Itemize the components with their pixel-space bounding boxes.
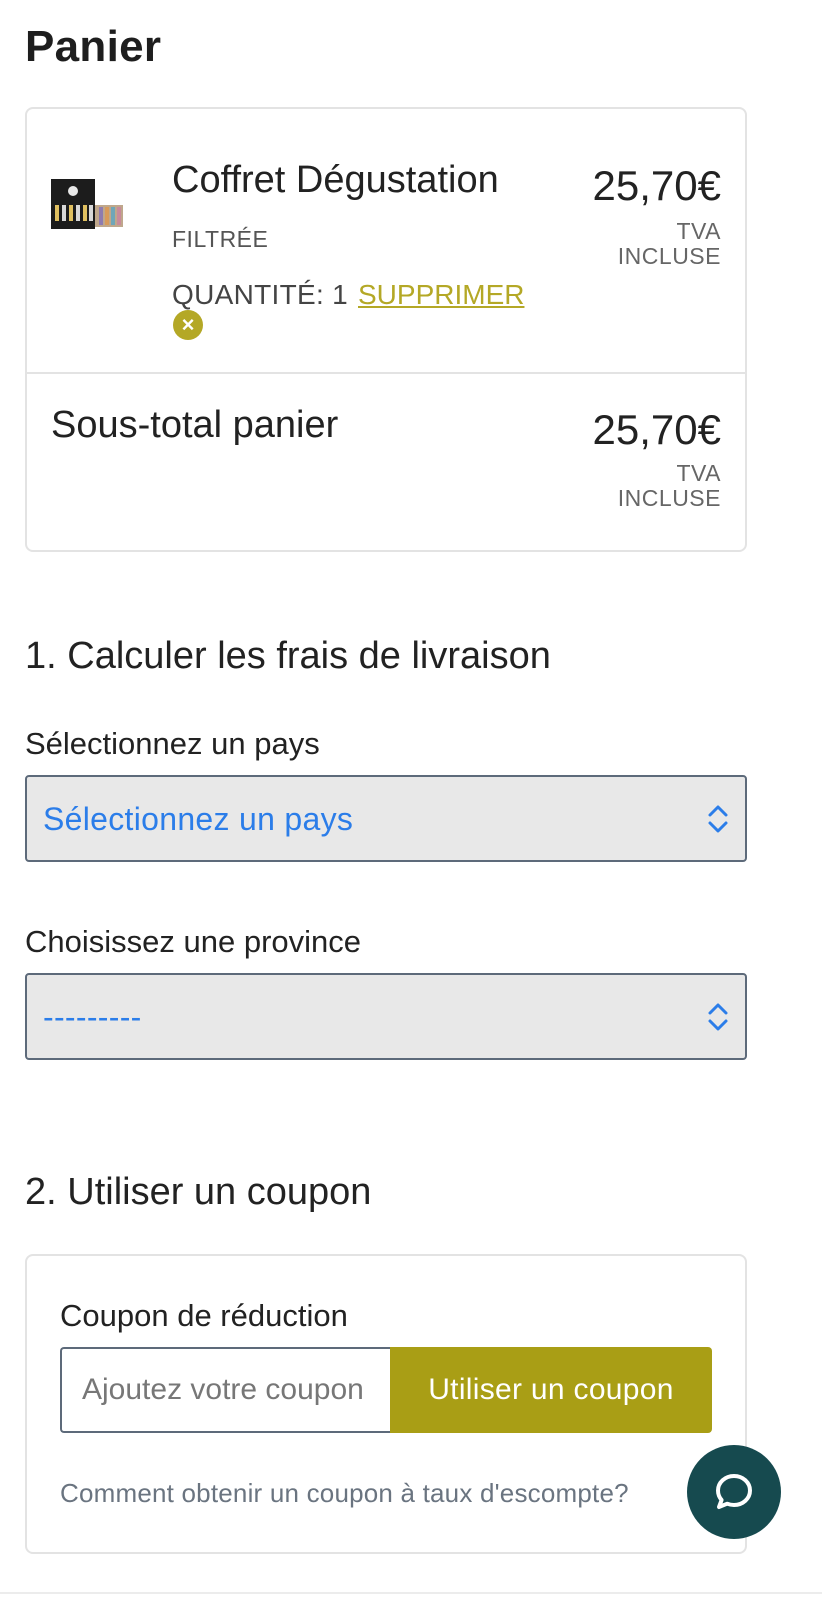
cart-item-row: Coffret Dégustation FILTRÉE QUANTITÉ: 1 S…	[27, 109, 745, 374]
coupon-label: Coupon de réduction	[60, 1298, 348, 1333]
product-name: Coffret Dégustation	[172, 159, 499, 201]
item-tax-note: TVA INCLUSE	[617, 218, 721, 269]
product-thumbnail[interactable]	[51, 179, 123, 231]
coupon-help-link[interactable]: Comment obtenir un coupon à taux d'escom…	[60, 1478, 629, 1509]
subtotal-label: Sous-total panier	[51, 404, 339, 446]
remove-item-link[interactable]: SUPPRIMER	[358, 279, 524, 310]
chat-button[interactable]	[687, 1445, 781, 1539]
page-title: Panier	[25, 22, 162, 71]
product-variant: FILTRÉE	[172, 226, 269, 252]
subtotal-price: 25,70€	[592, 406, 721, 453]
apply-coupon-button[interactable]: Utiliser un coupon	[390, 1347, 712, 1433]
cart-card: Coffret Dégustation FILTRÉE QUANTITÉ: 1 S…	[25, 107, 747, 552]
chevron-updown-icon	[708, 1003, 728, 1031]
coupon-card: Coupon de réduction Utiliser un coupon C…	[25, 1254, 747, 1554]
remove-circle-icon[interactable]: ×	[173, 310, 203, 340]
country-select-value: Sélectionnez un pays	[43, 801, 354, 837]
country-label: Sélectionnez un pays	[25, 726, 320, 761]
chevron-updown-icon	[708, 805, 728, 833]
province-label: Choisissez une province	[25, 924, 362, 959]
chat-bubble-icon	[716, 1474, 752, 1509]
province-select-value: ---------	[43, 999, 142, 1035]
coupon-section-title: 2. Utiliser un coupon	[25, 1171, 372, 1213]
item-price: 25,70€	[592, 162, 721, 209]
quantity-label: QUANTITÉ: 1	[172, 279, 348, 310]
coupon-input[interactable]	[60, 1347, 390, 1433]
subtotal-tax-note: TVA INCLUSE	[617, 460, 721, 511]
country-select[interactable]: Sélectionnez un pays	[25, 775, 747, 862]
province-select[interactable]: ---------	[25, 973, 747, 1060]
bottom-divider	[0, 1592, 822, 1594]
quantity-line: QUANTITÉ: 1 SUPPRIMER	[172, 279, 524, 311]
shipping-section-title: 1. Calculer les frais de livraison	[25, 635, 551, 677]
